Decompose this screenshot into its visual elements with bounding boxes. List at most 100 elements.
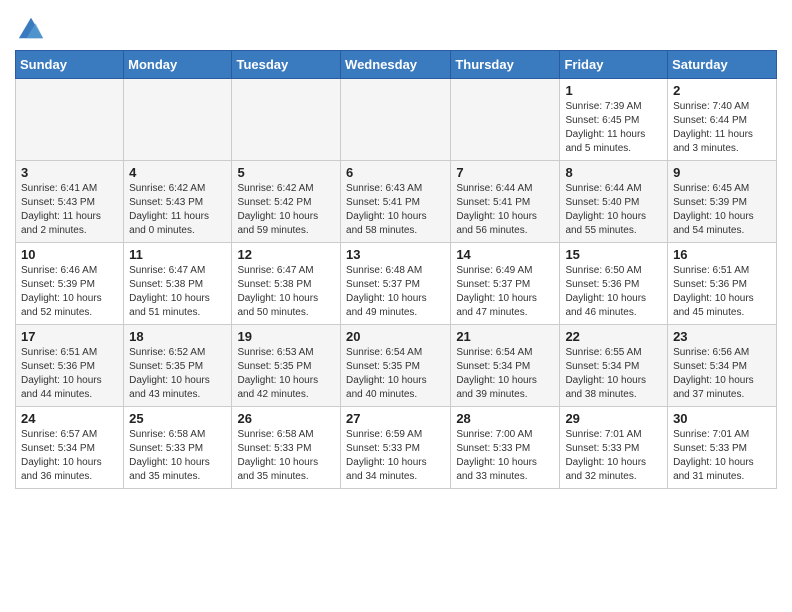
day-info: Sunrise: 6:56 AM Sunset: 5:34 PM Dayligh… (673, 346, 771, 402)
day-number: 25 (129, 411, 226, 426)
calendar-day: 11 Sunrise: 6:47 AM Sunset: 5:38 PM Dayli… (124, 243, 232, 325)
day-number: 8 (565, 165, 662, 180)
calendar-week-row: 1 Sunrise: 7:39 AM Sunset: 6:45 PM Daylig… (16, 79, 777, 161)
day-number: 24 (21, 411, 118, 426)
day-info: Sunrise: 6:46 AM Sunset: 5:39 PM Dayligh… (21, 264, 118, 320)
day-number: 5 (237, 165, 335, 180)
day-number: 7 (456, 165, 554, 180)
day-info: Sunrise: 6:47 AM Sunset: 5:38 PM Dayligh… (129, 264, 226, 320)
day-info: Sunrise: 6:44 AM Sunset: 5:41 PM Dayligh… (456, 182, 554, 238)
day-info: Sunrise: 6:42 AM Sunset: 5:43 PM Dayligh… (129, 182, 226, 238)
day-number: 10 (21, 247, 118, 262)
day-info: Sunrise: 7:01 AM Sunset: 5:33 PM Dayligh… (673, 428, 771, 484)
day-number: 15 (565, 247, 662, 262)
day-info: Sunrise: 6:51 AM Sunset: 5:36 PM Dayligh… (21, 346, 118, 402)
calendar-header-row: SundayMondayTuesdayWednesdayThursdayFrid… (16, 51, 777, 79)
calendar-day: 7 Sunrise: 6:44 AM Sunset: 5:41 PM Daylig… (451, 161, 560, 243)
day-info: Sunrise: 6:54 AM Sunset: 5:34 PM Dayligh… (456, 346, 554, 402)
calendar-day: 2 Sunrise: 7:40 AM Sunset: 6:44 PM Daylig… (668, 79, 777, 161)
day-number: 22 (565, 329, 662, 344)
day-info: Sunrise: 6:57 AM Sunset: 5:34 PM Dayligh… (21, 428, 118, 484)
calendar-day: 22Sunrise: 6:55 AM Sunset: 5:34 PM Dayli… (560, 325, 668, 407)
day-number: 27 (346, 411, 445, 426)
calendar-day: 13 Sunrise: 6:48 AM Sunset: 5:37 PM Dayli… (341, 243, 451, 325)
calendar-day: 18 Sunrise: 6:52 AM Sunset: 5:35 PM Dayli… (124, 325, 232, 407)
day-number: 14 (456, 247, 554, 262)
day-number: 1 (565, 83, 662, 98)
day-number: 2 (673, 83, 771, 98)
calendar-day: 19 Sunrise: 6:53 AM Sunset: 5:35 PM Dayli… (232, 325, 341, 407)
day-info: Sunrise: 7:01 AM Sunset: 5:33 PM Dayligh… (565, 428, 662, 484)
day-info: Sunrise: 6:58 AM Sunset: 5:33 PM Dayligh… (237, 428, 335, 484)
calendar-day: 28 Sunrise: 7:00 AM Sunset: 5:33 PM Dayli… (451, 407, 560, 489)
weekday-header: Sunday (16, 51, 124, 79)
calendar-day (451, 79, 560, 161)
calendar-day: 12Sunrise: 6:47 AM Sunset: 5:38 PM Dayli… (232, 243, 341, 325)
day-number: 11 (129, 247, 226, 262)
day-number: 12 (237, 247, 335, 262)
weekday-header: Friday (560, 51, 668, 79)
calendar-day: 3 Sunrise: 6:41 AM Sunset: 5:43 PM Daylig… (16, 161, 124, 243)
day-number: 4 (129, 165, 226, 180)
day-number: 13 (346, 247, 445, 262)
header (15, 10, 777, 42)
calendar-week-row: 3 Sunrise: 6:41 AM Sunset: 5:43 PM Daylig… (16, 161, 777, 243)
weekday-header: Wednesday (341, 51, 451, 79)
day-number: 26 (237, 411, 335, 426)
logo-icon (17, 14, 45, 42)
calendar-day: 5Sunrise: 6:42 AM Sunset: 5:42 PM Daylig… (232, 161, 341, 243)
day-number: 6 (346, 165, 445, 180)
calendar: SundayMondayTuesdayWednesdayThursdayFrid… (15, 50, 777, 489)
day-number: 29 (565, 411, 662, 426)
calendar-day: 17Sunrise: 6:51 AM Sunset: 5:36 PM Dayli… (16, 325, 124, 407)
day-info: Sunrise: 6:53 AM Sunset: 5:35 PM Dayligh… (237, 346, 335, 402)
logo (15, 14, 45, 42)
day-info: Sunrise: 6:44 AM Sunset: 5:40 PM Dayligh… (565, 182, 662, 238)
day-number: 28 (456, 411, 554, 426)
day-info: Sunrise: 6:54 AM Sunset: 5:35 PM Dayligh… (346, 346, 445, 402)
day-info: Sunrise: 6:51 AM Sunset: 5:36 PM Dayligh… (673, 264, 771, 320)
day-info: Sunrise: 6:59 AM Sunset: 5:33 PM Dayligh… (346, 428, 445, 484)
calendar-day: 4 Sunrise: 6:42 AM Sunset: 5:43 PM Daylig… (124, 161, 232, 243)
calendar-day: 9 Sunrise: 6:45 AM Sunset: 5:39 PM Daylig… (668, 161, 777, 243)
day-info: Sunrise: 7:39 AM Sunset: 6:45 PM Dayligh… (565, 100, 662, 156)
calendar-day: 6 Sunrise: 6:43 AM Sunset: 5:41 PM Daylig… (341, 161, 451, 243)
calendar-day: 16Sunrise: 6:51 AM Sunset: 5:36 PM Dayli… (668, 243, 777, 325)
day-info: Sunrise: 6:45 AM Sunset: 5:39 PM Dayligh… (673, 182, 771, 238)
day-number: 9 (673, 165, 771, 180)
calendar-day (341, 79, 451, 161)
calendar-day: 20 Sunrise: 6:54 AM Sunset: 5:35 PM Dayli… (341, 325, 451, 407)
day-number: 30 (673, 411, 771, 426)
day-info: Sunrise: 6:41 AM Sunset: 5:43 PM Dayligh… (21, 182, 118, 238)
day-number: 3 (21, 165, 118, 180)
calendar-day: 15Sunrise: 6:50 AM Sunset: 5:36 PM Dayli… (560, 243, 668, 325)
day-info: Sunrise: 7:00 AM Sunset: 5:33 PM Dayligh… (456, 428, 554, 484)
calendar-day: 30 Sunrise: 7:01 AM Sunset: 5:33 PM Dayli… (668, 407, 777, 489)
calendar-day: 21 Sunrise: 6:54 AM Sunset: 5:34 PM Dayli… (451, 325, 560, 407)
page: SundayMondayTuesdayWednesdayThursdayFrid… (0, 0, 792, 504)
day-number: 20 (346, 329, 445, 344)
calendar-day: 8 Sunrise: 6:44 AM Sunset: 5:40 PM Daylig… (560, 161, 668, 243)
day-number: 23 (673, 329, 771, 344)
calendar-week-row: 10 Sunrise: 6:46 AM Sunset: 5:39 PM Dayli… (16, 243, 777, 325)
calendar-day (124, 79, 232, 161)
calendar-day: 25 Sunrise: 6:58 AM Sunset: 5:33 PM Dayli… (124, 407, 232, 489)
weekday-header: Tuesday (232, 51, 341, 79)
day-number: 21 (456, 329, 554, 344)
day-info: Sunrise: 6:43 AM Sunset: 5:41 PM Dayligh… (346, 182, 445, 238)
day-info: Sunrise: 6:52 AM Sunset: 5:35 PM Dayligh… (129, 346, 226, 402)
day-info: Sunrise: 6:49 AM Sunset: 5:37 PM Dayligh… (456, 264, 554, 320)
day-info: Sunrise: 7:40 AM Sunset: 6:44 PM Dayligh… (673, 100, 771, 156)
calendar-day: 14 Sunrise: 6:49 AM Sunset: 5:37 PM Dayli… (451, 243, 560, 325)
day-number: 18 (129, 329, 226, 344)
calendar-day: 26 Sunrise: 6:58 AM Sunset: 5:33 PM Dayli… (232, 407, 341, 489)
calendar-day: 27 Sunrise: 6:59 AM Sunset: 5:33 PM Dayli… (341, 407, 451, 489)
calendar-week-row: 17Sunrise: 6:51 AM Sunset: 5:36 PM Dayli… (16, 325, 777, 407)
calendar-day (16, 79, 124, 161)
calendar-day: 10 Sunrise: 6:46 AM Sunset: 5:39 PM Dayli… (16, 243, 124, 325)
day-number: 19 (237, 329, 335, 344)
day-info: Sunrise: 6:58 AM Sunset: 5:33 PM Dayligh… (129, 428, 226, 484)
day-info: Sunrise: 6:48 AM Sunset: 5:37 PM Dayligh… (346, 264, 445, 320)
calendar-day (232, 79, 341, 161)
calendar-day: 23 Sunrise: 6:56 AM Sunset: 5:34 PM Dayli… (668, 325, 777, 407)
